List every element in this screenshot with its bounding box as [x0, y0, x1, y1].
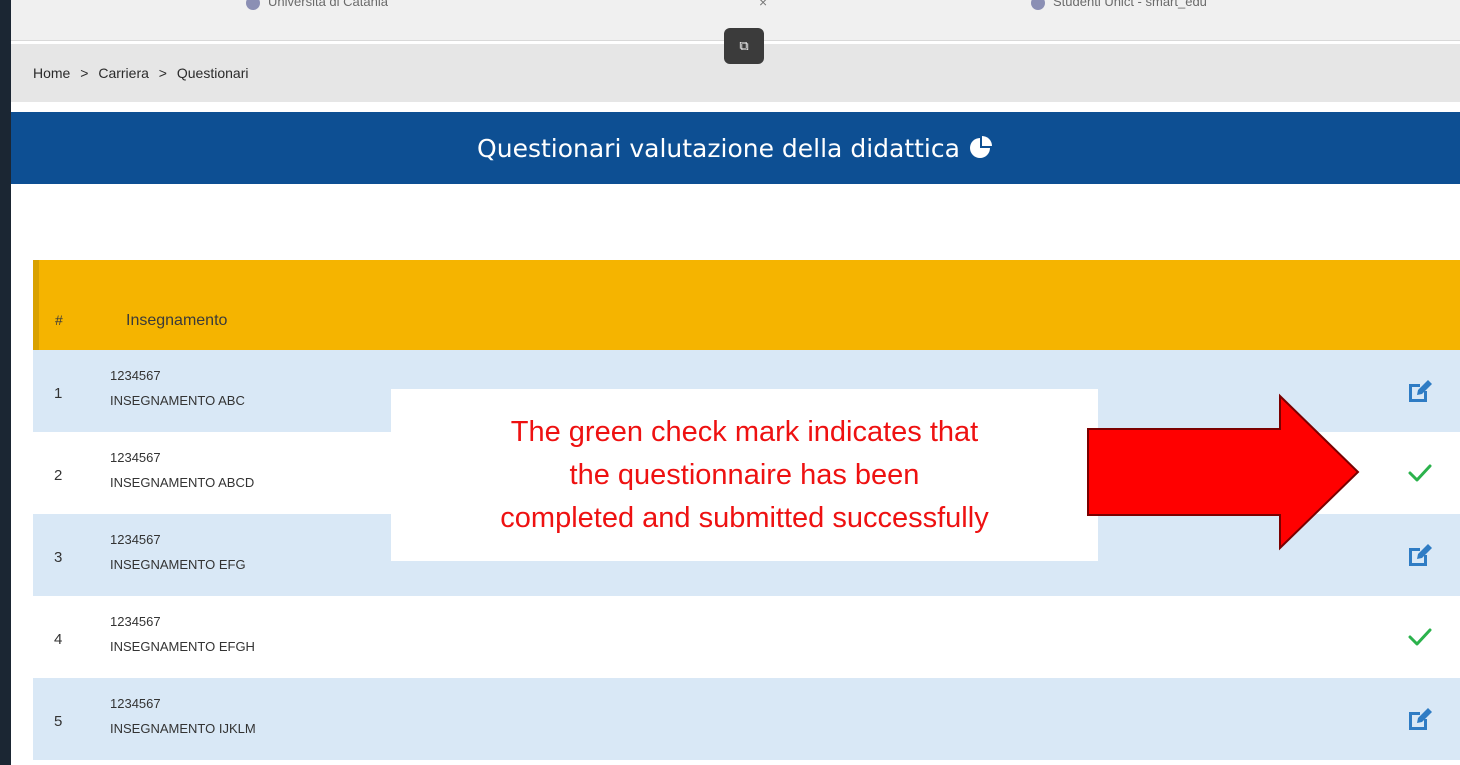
- edit-icon[interactable]: [1401, 536, 1439, 574]
- browser-tab-smart-edu[interactable]: Studenti Unict - smart_edu: [1031, 0, 1207, 10]
- course-name: INSEGNAMENTO ABCD: [110, 475, 255, 490]
- edit-icon[interactable]: [1401, 372, 1439, 410]
- breadcrumb: Home > Carriera > Questionari: [33, 65, 248, 81]
- course-code: 1234567: [110, 614, 161, 629]
- breadcrumb-separator: >: [158, 65, 167, 81]
- check-icon: [1401, 454, 1439, 492]
- browser-tab-label: Studenti Unict - smart_edu: [1053, 0, 1207, 9]
- row-index: 1: [54, 385, 63, 402]
- course-name: INSEGNAMENTO EFGH: [110, 639, 255, 654]
- site-favicon-icon: [1031, 0, 1045, 10]
- check-icon: [1401, 618, 1439, 656]
- annotation-callout: The green check mark indicates that the …: [391, 389, 1098, 561]
- browser-tab-label: Università di Catania: [268, 0, 388, 9]
- row-index: 2: [54, 467, 63, 484]
- table-header: # Insegnamento: [33, 260, 1460, 350]
- course-name: INSEGNAMENTO ABC: [110, 393, 245, 408]
- row-index: 3: [54, 549, 63, 566]
- page-title: Questionari valutazione della didattica: [477, 133, 960, 163]
- pie-chart-icon: [969, 136, 992, 158]
- course-code: 1234567: [110, 696, 161, 711]
- edit-icon[interactable]: [1401, 700, 1439, 738]
- table-row: 4 1234567 INSEGNAMENTO EFGH: [33, 596, 1460, 678]
- row-index: 4: [54, 631, 63, 648]
- picture-in-picture-icon[interactable]: ⧉: [724, 28, 764, 64]
- tab-close-icon[interactable]: ×: [759, 0, 767, 10]
- column-header-index: #: [55, 312, 63, 328]
- annotation-arrow-icon: [1087, 393, 1360, 551]
- annotation-text: The green check mark indicates that the …: [500, 415, 989, 534]
- course-name: INSEGNAMENTO EFG: [110, 557, 246, 572]
- breadcrumb-separator: >: [80, 65, 89, 81]
- left-window-edge: [0, 0, 11, 765]
- breadcrumb-questionari: Questionari: [176, 65, 249, 81]
- page-title-bar: Questionari valutazione della didattica: [11, 112, 1460, 184]
- course-code: 1234567: [110, 368, 161, 383]
- course-code: 1234567: [110, 450, 161, 465]
- breadcrumb-carriera[interactable]: Carriera: [98, 65, 149, 81]
- breadcrumb-home[interactable]: Home: [33, 65, 70, 81]
- row-index: 5: [54, 713, 63, 730]
- course-name: INSEGNAMENTO IJKLM: [110, 721, 256, 736]
- column-header-insegnamento: Insegnamento: [126, 312, 228, 329]
- browser-tab-unict[interactable]: Università di Catania: [246, 0, 388, 10]
- site-favicon-icon: [246, 0, 260, 10]
- course-code: 1234567: [110, 532, 161, 547]
- table-row: 5 1234567 INSEGNAMENTO IJKLM: [33, 678, 1460, 760]
